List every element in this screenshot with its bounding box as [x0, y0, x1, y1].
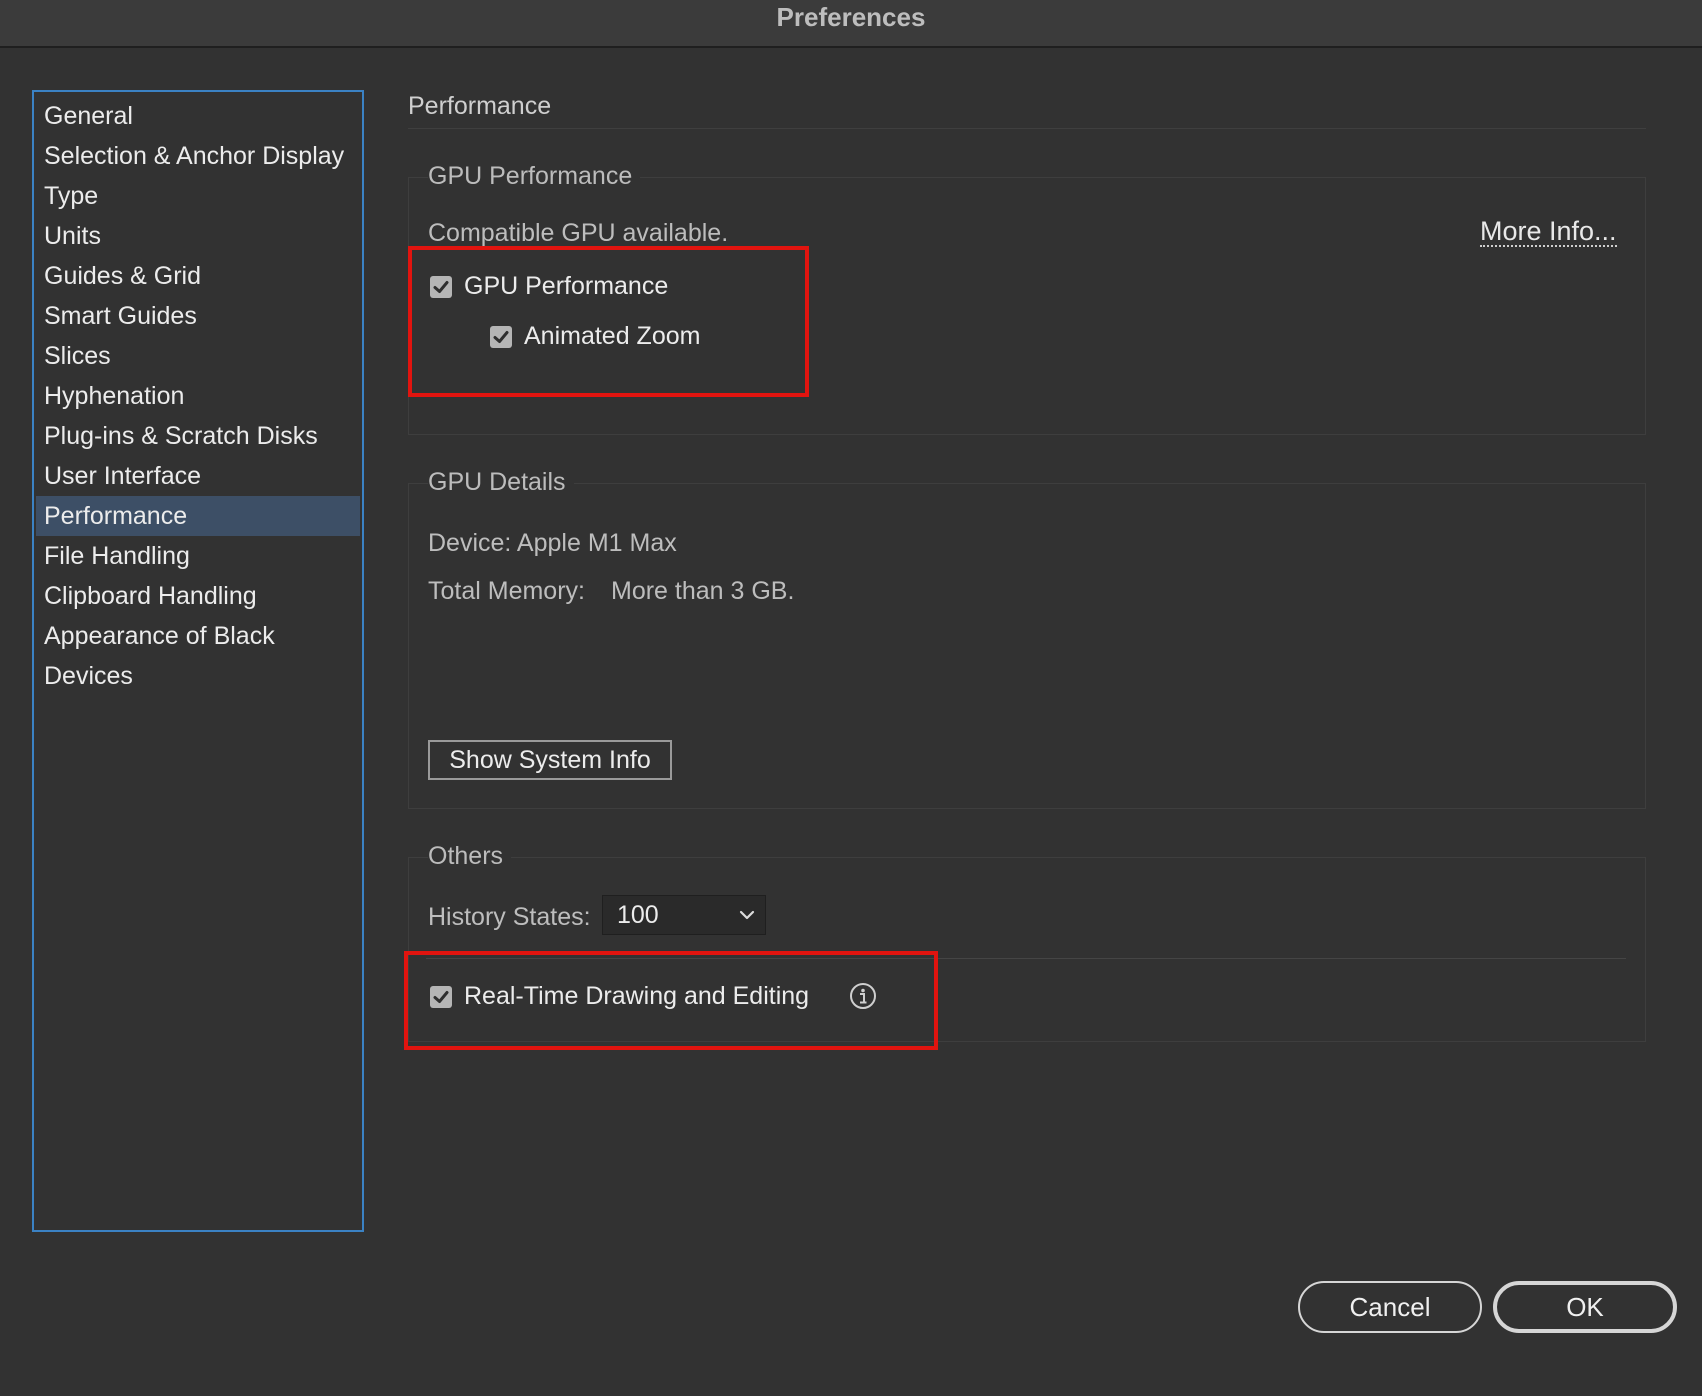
history-states-value: 100 — [617, 901, 659, 929]
sidebar-item-clipboard-handling[interactable]: Clipboard Handling — [34, 576, 362, 616]
page-title: Performance — [408, 92, 552, 120]
more-info-link[interactable]: More Info... — [1480, 217, 1617, 247]
sidebar-item-hyphenation[interactable]: Hyphenation — [34, 376, 362, 416]
sidebar-item-type[interactable]: Type — [34, 176, 362, 216]
realtime-drawing-checkbox-row[interactable]: Real-Time Drawing and Editing — [430, 982, 809, 1011]
checkmark-icon — [433, 990, 449, 1003]
others-group-label: Others — [428, 842, 512, 871]
ok-button[interactable]: OK — [1493, 1281, 1677, 1333]
history-states-select[interactable]: 100 — [602, 895, 766, 935]
others-group — [408, 857, 1646, 1042]
sidebar-item-slices[interactable]: Slices — [34, 336, 362, 376]
checkmark-icon — [433, 280, 449, 293]
sidebar-item-general[interactable]: General — [34, 96, 362, 136]
preferences-window: Preferences General Selection & Anchor D… — [0, 0, 1702, 1396]
total-memory-label: Total Memory: — [428, 577, 585, 605]
preferences-sidebar: General Selection & Anchor Display Type … — [32, 90, 364, 1232]
sidebar-item-file-handling[interactable]: File Handling — [34, 536, 362, 576]
gpu-performance-checkbox-row[interactable]: GPU Performance — [430, 272, 668, 301]
gpu-performance-checkbox[interactable] — [430, 275, 452, 298]
realtime-drawing-checkbox-label: Real-Time Drawing and Editing — [464, 982, 810, 1010]
gpu-performance-group — [408, 177, 1646, 435]
history-states-label: History States: — [428, 903, 591, 931]
chevron-down-icon — [739, 910, 755, 920]
gpu-device-text: Device: Apple M1 Max — [428, 529, 677, 557]
others-divider — [426, 958, 1626, 959]
sidebar-item-plugins-scratch-disks[interactable]: Plug-ins & Scratch Disks — [34, 416, 362, 456]
realtime-drawing-checkbox[interactable] — [430, 985, 452, 1008]
performance-panel: Performance GPU Performance Compatible G… — [404, 0, 1648, 1396]
animated-zoom-checkbox-label: Animated Zoom — [524, 322, 701, 350]
sidebar-item-user-interface[interactable]: User Interface — [34, 456, 362, 496]
info-icon[interactable] — [849, 982, 877, 1010]
sidebar-item-selection-anchor-display[interactable]: Selection & Anchor Display — [34, 136, 362, 176]
sidebar-item-performance[interactable]: Performance — [36, 496, 360, 536]
gpu-performance-group-label: GPU Performance — [428, 162, 641, 191]
gpu-status-text: Compatible GPU available. — [428, 219, 729, 247]
sidebar-item-smart-guides[interactable]: Smart Guides — [34, 296, 362, 336]
gpu-performance-checkbox-label: GPU Performance — [464, 272, 669, 300]
sidebar-item-devices[interactable]: Devices — [34, 656, 362, 696]
sidebar-item-appearance-of-black[interactable]: Appearance of Black — [34, 616, 362, 656]
sidebar-item-guides-grid[interactable]: Guides & Grid — [34, 256, 362, 296]
checkmark-icon — [493, 330, 509, 343]
animated-zoom-checkbox-row[interactable]: Animated Zoom — [490, 322, 700, 351]
total-memory-value: More than 3 GB. — [611, 577, 795, 605]
show-system-info-button[interactable]: Show System Info — [428, 740, 672, 780]
gpu-details-group-label: GPU Details — [428, 468, 574, 497]
cancel-button[interactable]: Cancel — [1298, 1281, 1482, 1333]
animated-zoom-checkbox[interactable] — [490, 325, 512, 348]
title-divider — [408, 128, 1646, 129]
sidebar-item-units[interactable]: Units — [34, 216, 362, 256]
